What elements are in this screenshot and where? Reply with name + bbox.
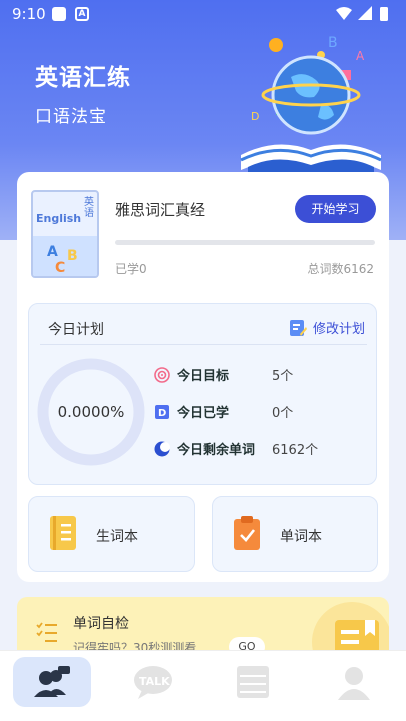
learning-progress-bar xyxy=(115,240,375,245)
self-check-title: 单词自检 xyxy=(73,616,129,632)
stat-remaining-value: 6162个 xyxy=(272,443,319,458)
plan-divider xyxy=(40,344,367,345)
moon-icon xyxy=(154,441,170,456)
talk-tab[interactable]: TALK xyxy=(114,657,192,707)
word-book-button[interactable]: 单词本 xyxy=(212,496,378,572)
plan-title: 今日计划 xyxy=(48,322,104,338)
stat-remaining: 今日剩余单词 6162个 xyxy=(154,439,318,458)
today-plan-panel: 今日计划 修改计划 0.0000% 今日目标 5个 D 今日已学 0个 今日剩余… xyxy=(28,303,377,485)
notebook-icon xyxy=(50,516,76,550)
word-book-label: 单词本 xyxy=(280,529,322,545)
vocab-book-label: 生词本 xyxy=(96,529,138,545)
total-word-count: 总词数6162 xyxy=(307,262,374,276)
vocab-book-button[interactable]: 生词本 xyxy=(28,496,195,572)
book-cover[interactable]: 英语 English A B C xyxy=(31,190,99,278)
status-icons xyxy=(336,6,396,26)
bottom-tab-bar: TALK xyxy=(0,650,406,721)
stat-learned-value: 0个 xyxy=(272,406,294,421)
stat-target-label: 今日目标 xyxy=(177,369,230,384)
profile-tab[interactable] xyxy=(315,657,393,707)
edit-plan-label: 修改计划 xyxy=(312,322,365,337)
chat-people-icon xyxy=(34,666,70,697)
stat-target: 今日目标 5个 xyxy=(154,365,293,384)
svg-text:A: A xyxy=(356,49,365,63)
book-title: 雅思词汇真经 xyxy=(115,201,206,219)
svg-text:D: D xyxy=(251,110,259,123)
book-cover-en: English xyxy=(36,212,82,225)
keyboard-icon: A xyxy=(75,7,89,21)
start-learning-button[interactable]: 开始学习 xyxy=(295,195,376,223)
main-card: 英语 English A B C 雅思词汇真经 开始学习 已学0 总词数6162… xyxy=(17,172,389,582)
checklist-icon xyxy=(36,622,57,642)
svg-text:C: C xyxy=(55,260,65,276)
book-cover-cn: 英语 xyxy=(84,197,94,219)
stat-learned-label: 今日已学 xyxy=(177,406,230,421)
clipboard-check-icon xyxy=(234,516,260,550)
svg-text:D: D xyxy=(158,408,166,419)
list-tab[interactable] xyxy=(214,657,292,707)
svg-text:B: B xyxy=(328,35,338,51)
person-icon xyxy=(338,667,370,700)
status-time: 9:10 xyxy=(12,5,46,23)
stat-learned: D 今日已学 0个 xyxy=(154,402,293,421)
progress-percent: 0.0000% xyxy=(57,403,125,421)
d-badge-icon: D xyxy=(155,404,169,419)
list-grid-icon xyxy=(237,666,269,698)
talk-bubble-icon: TALK xyxy=(134,666,172,699)
abc-blocks-illustration: A B C xyxy=(33,236,97,276)
target-icon xyxy=(154,366,170,383)
edit-plan-button[interactable]: 修改计划 xyxy=(289,318,365,337)
svg-text:TALK: TALK xyxy=(139,675,170,688)
edit-icon xyxy=(289,319,307,336)
svg-text:B: B xyxy=(67,248,78,264)
stat-target-value: 5个 xyxy=(272,369,294,384)
svg-text:A: A xyxy=(47,244,58,260)
home-tab[interactable] xyxy=(13,657,91,707)
app-subtitle: 口语法宝 xyxy=(35,107,107,127)
app-title: 英语汇练 xyxy=(35,65,131,91)
notification-icon xyxy=(52,7,66,21)
learned-count: 已学0 xyxy=(115,262,147,276)
status-bar: 9:10 A xyxy=(0,0,406,28)
stat-remaining-label: 今日剩余单词 xyxy=(177,443,256,458)
globe-book-illustration: B A D xyxy=(240,35,382,173)
